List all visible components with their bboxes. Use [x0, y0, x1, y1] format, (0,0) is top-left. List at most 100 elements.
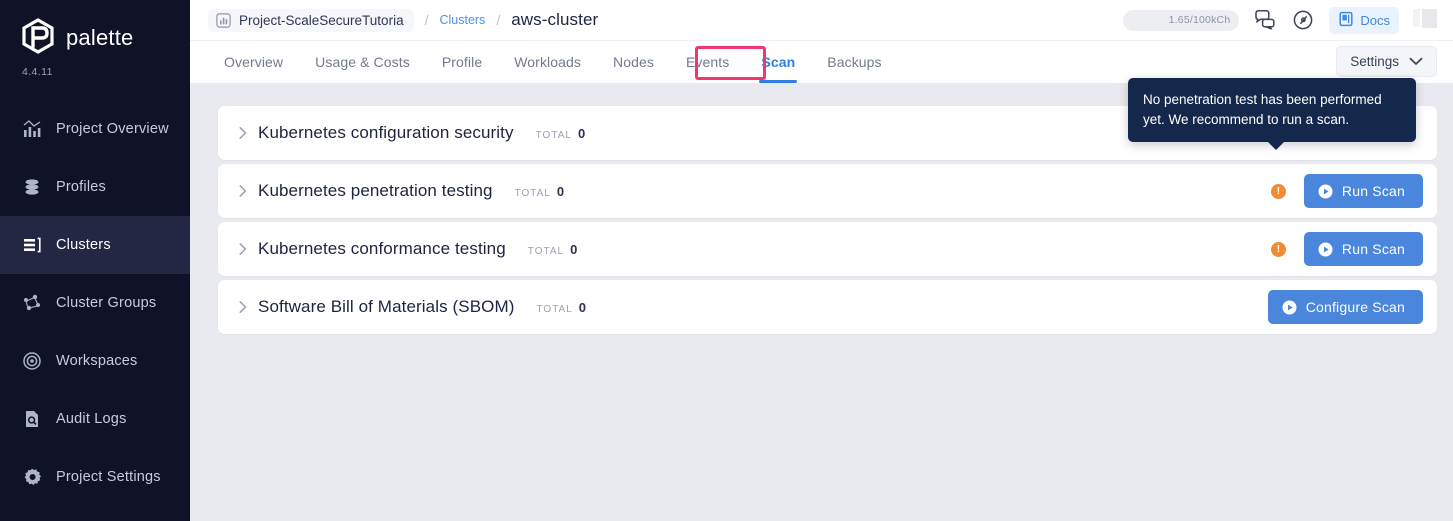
run-scan-button[interactable]: Run Scan: [1303, 232, 1423, 266]
sidebar-item-audit-logs[interactable]: Audit Logs: [0, 390, 190, 448]
topbar: Project-ScaleSecureTutoria / Clusters / …: [190, 0, 1453, 41]
document-search-icon: [22, 409, 42, 429]
play-circle-icon: [1318, 242, 1333, 257]
chart-bars-icon: [22, 119, 42, 139]
scan-row-actions: ! Run Scan: [1270, 232, 1423, 266]
scan-row-sbom[interactable]: Software Bill of Materials (SBOM) TOTAL …: [218, 280, 1437, 334]
sidebar-item-label: Workspaces: [56, 353, 138, 369]
cluster-tabs: Overview Usage & Costs Profile Workloads…: [208, 40, 898, 83]
settings-dropdown-button[interactable]: Settings: [1336, 46, 1437, 77]
tab-label: Scan: [761, 53, 796, 70]
total-label: TOTAL: [527, 245, 565, 257]
breadcrumb-separator: /: [424, 12, 429, 28]
chevron-right-icon[interactable]: [232, 184, 254, 198]
settings-button-label: Settings: [1350, 54, 1399, 69]
scan-row-title: Kubernetes conformance testing: [258, 239, 506, 258]
page-title: aws-cluster: [511, 10, 599, 29]
total-value: 0: [578, 299, 587, 315]
usage-credits-value: 1.65/100kCh: [1168, 14, 1231, 26]
total-label: TOTAL: [514, 187, 551, 199]
chevron-right-icon[interactable]: [232, 126, 254, 140]
tab-label: Backups: [827, 53, 882, 70]
tab-nodes[interactable]: Nodes: [597, 40, 670, 83]
sidebar-item-clusters[interactable]: Clusters: [0, 216, 190, 274]
tab-overview[interactable]: Overview: [208, 40, 299, 83]
scan-row-total: TOTAL 0: [515, 184, 565, 199]
sidebar-item-label: Audit Logs: [56, 411, 127, 427]
tab-usage-costs[interactable]: Usage & Costs: [299, 40, 426, 83]
sidebar-item-project-settings[interactable]: Project Settings: [0, 448, 190, 506]
configure-scan-button-label: Configure Scan: [1305, 299, 1405, 315]
total-value: 0: [577, 125, 586, 141]
tooltip-text: No penetration test has been performed y…: [1143, 92, 1382, 127]
tab-profile[interactable]: Profile: [426, 40, 498, 83]
sidebar-item-project-overview[interactable]: Project Overview: [0, 100, 190, 158]
total-label: TOTAL: [536, 303, 573, 315]
total-label: TOTAL: [535, 129, 572, 141]
play-circle-icon: [1282, 300, 1297, 315]
sidebar-item-label: Cluster Groups: [56, 295, 157, 311]
scan-row-conformance-testing[interactable]: Kubernetes conformance testing TOTAL 0 !: [218, 222, 1437, 276]
palette-cluster-scan-page: palette 4.4.11 Project Overview Profiles…: [0, 0, 1453, 521]
scan-row-actions: ! Run Scan: [1270, 174, 1423, 208]
book-icon: [1338, 11, 1354, 30]
main-area: Project-ScaleSecureTutoria / Clusters / …: [190, 0, 1453, 521]
tab-label: Workloads: [514, 53, 582, 70]
target-circle-icon: [22, 351, 42, 371]
clusters-list-icon: [22, 235, 42, 255]
breadcrumb-link-clusters[interactable]: Clusters: [439, 13, 485, 27]
docs-button[interactable]: Docs: [1329, 6, 1399, 34]
chevron-right-icon[interactable]: [232, 242, 254, 256]
sidebar-item-profiles[interactable]: Profiles: [0, 158, 190, 216]
tab-workloads[interactable]: Workloads: [498, 40, 597, 83]
scan-row-total: TOTAL 0: [536, 126, 586, 141]
total-value: 0: [556, 183, 565, 199]
breadcrumb-separator-2: /: [496, 12, 501, 28]
run-scan-button[interactable]: Run Scan: [1303, 174, 1423, 208]
run-scan-button-label: Run Scan: [1341, 241, 1405, 257]
tab-events[interactable]: Events: [670, 40, 745, 83]
warning-badge[interactable]: !: [1270, 183, 1286, 199]
chevron-down-icon: [1409, 54, 1423, 69]
sidebar-item-label: Profiles: [56, 179, 106, 195]
tab-label: Usage & Costs: [315, 53, 410, 70]
brand-name: palette: [66, 25, 134, 50]
palette-hexagon-logo-icon: [20, 18, 56, 58]
sidebar-item-workspaces[interactable]: Workspaces: [0, 332, 190, 390]
app-version: 4.4.11: [22, 66, 53, 78]
sidebar: palette 4.4.11 Project Overview Profiles…: [0, 0, 190, 521]
sidebar-nav: Project Overview Profiles Clusters Clust…: [0, 100, 190, 506]
scan-row-title: Kubernetes configuration security: [258, 123, 514, 142]
docs-button-label: Docs: [1360, 12, 1390, 28]
compass-icon[interactable]: [1291, 8, 1315, 32]
penetration-test-tooltip: No penetration test has been performed y…: [1128, 78, 1416, 150]
brand: palette: [0, 0, 190, 58]
scan-row-title: Software Bill of Materials (SBOM): [258, 297, 515, 316]
tab-backups[interactable]: Backups: [811, 40, 897, 83]
scan-row-penetration-testing[interactable]: Kubernetes penetration testing TOTAL 0 !: [218, 164, 1437, 218]
gear-icon: [22, 467, 42, 487]
tab-scan[interactable]: Scan: [745, 40, 811, 83]
breadcrumb-project-chip[interactable]: Project-ScaleSecureTutoria: [208, 8, 414, 32]
cluster-groups-nodes-icon: [22, 293, 42, 313]
scan-row-title: Kubernetes penetration testing: [258, 181, 493, 200]
usage-credits-pill[interactable]: 1.65/100kCh: [1123, 9, 1240, 31]
breadcrumb-project-label: Project-ScaleSecureTutoria: [239, 12, 404, 28]
tab-label: Profile: [441, 53, 483, 70]
run-scan-button-label: Run Scan: [1341, 183, 1405, 199]
warning-badge[interactable]: !: [1270, 241, 1286, 257]
total-value: 0: [570, 241, 578, 257]
tab-label: Events: [685, 53, 730, 70]
stack-database-icon: [22, 177, 42, 197]
chat-bubbles-icon[interactable]: [1253, 8, 1277, 32]
avatar[interactable]: [1413, 9, 1439, 31]
tab-label: Nodes: [613, 53, 654, 70]
play-circle-icon: [1318, 184, 1333, 199]
sidebar-item-label: Clusters: [56, 237, 111, 253]
project-chart-icon: [216, 12, 231, 28]
scan-row-total: TOTAL 0: [528, 242, 578, 257]
chevron-right-icon[interactable]: [232, 300, 254, 314]
configure-scan-button[interactable]: Configure Scan: [1267, 290, 1423, 324]
sidebar-item-label: Project Settings: [56, 469, 161, 485]
sidebar-item-cluster-groups[interactable]: Cluster Groups: [0, 274, 190, 332]
